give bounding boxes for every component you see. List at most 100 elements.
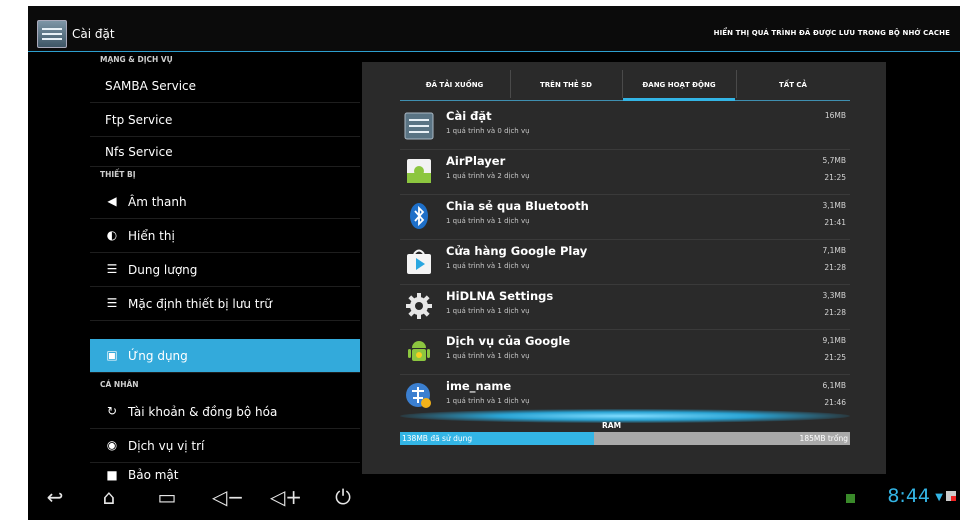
section-header-personal: CÁ NHÂN <box>100 380 139 389</box>
page-title[interactable]: Cài đặt <box>72 27 115 41</box>
active-tab-indicator <box>623 98 735 101</box>
apps-icon: ▣ <box>106 348 118 362</box>
sidebar-item-label: Dịch vụ vị trí <box>128 439 205 453</box>
sidebar-item-label: Ftp Service <box>105 113 173 127</box>
google-play-icon <box>407 249 431 274</box>
bluetooth-icon <box>410 203 428 229</box>
sidebar-item-display[interactable]: ◐ Hiển thị <box>90 219 360 253</box>
status-clock[interactable]: 8:44 <box>887 485 930 507</box>
process-detail: 1 quá trình và 1 dịch vụ <box>446 307 530 315</box>
sidebar-item-ftp[interactable]: Ftp Service <box>90 103 360 137</box>
storage-icon: ☰ <box>106 296 118 310</box>
process-name: Cửa hàng Google Play <box>446 244 588 258</box>
process-name: Chia sẻ qua Bluetooth <box>446 199 589 213</box>
process-detail: 1 quá trình và 1 dịch vụ <box>446 217 530 225</box>
process-memory: 16MB <box>824 111 846 120</box>
settings-app-icon <box>404 112 434 140</box>
process-item-settings[interactable]: Cài đặt 1 quá trình và 0 dịch vụ 16MB <box>400 104 850 150</box>
tab-downloaded[interactable]: ĐÃ TẢI XUỐNG <box>402 73 507 100</box>
gear-icon <box>406 293 432 319</box>
sidebar-item-storage[interactable]: ☰ Dung lượng <box>90 253 360 287</box>
process-item-google-play[interactable]: Cửa hàng Google Play 1 quá trình và 1 dị… <box>400 239 850 285</box>
settings-sidebar: MẠNG & DỊCH VỤ SAMBA Service Ftp Service… <box>90 52 360 482</box>
android-icon <box>408 341 430 361</box>
section-header-network: MẠNG & DỊCH VỤ <box>100 55 173 64</box>
action-bar: Cài đặt HIỂN THỊ QUÁ TRÌNH ĐÃ ĐƯỢC LƯU T… <box>28 6 960 51</box>
sidebar-item-samba[interactable]: SAMBA Service <box>90 69 360 103</box>
sidebar-item-label: Mặc định thiết bị lưu trữ <box>128 297 273 311</box>
ram-free-label: 185MB trống <box>799 434 848 443</box>
sd-card-icon <box>946 491 956 501</box>
volume-up-icon[interactable]: ◁+ <box>268 484 304 510</box>
android-screen: Cài đặt HIỂN THỊ QUÁ TRÌNH ĐÃ ĐƯỢC LƯU T… <box>28 6 960 520</box>
process-name: ime_name <box>446 379 512 393</box>
process-memory: 7,1MB <box>822 246 846 255</box>
process-memory: 3,1MB <box>822 201 846 210</box>
ram-label: RAM <box>602 421 622 430</box>
sidebar-item-nfs[interactable]: Nfs Service <box>90 137 360 167</box>
process-time: 21:25 <box>824 173 846 182</box>
tab-sd-card[interactable]: TRÊN THẺ SD <box>512 73 620 100</box>
settings-app-icon[interactable] <box>37 20 67 48</box>
process-item-google-services[interactable]: Dịch vụ của Google 1 quá trình và 1 dịch… <box>400 329 850 375</box>
sidebar-item-sound[interactable]: ◀ Âm thanh <box>90 185 360 219</box>
wifi-icon: ▼ <box>935 492 943 503</box>
show-cached-processes-button[interactable]: HIỂN THỊ QUÁ TRÌNH ĐÃ ĐƯỢC LƯU TRONG BỘ … <box>714 29 950 37</box>
ram-glow <box>400 409 850 423</box>
process-memory: 5,7MB <box>822 156 846 165</box>
process-memory: 3,3MB <box>822 291 846 300</box>
airplayer-icon <box>407 159 431 183</box>
sidebar-item-default-storage[interactable]: ☰ Mặc định thiết bị lưu trữ <box>90 287 360 321</box>
process-detail: 1 quá trình và 1 dịch vụ <box>446 262 530 270</box>
process-name: Dịch vụ của Google <box>446 334 571 348</box>
tab-divider <box>736 70 737 98</box>
process-time: 21:46 <box>824 398 846 407</box>
tab-all[interactable]: TẤT CẢ <box>738 73 848 100</box>
process-item-hidlna[interactable]: HiDLNA Settings 1 quá trình và 1 dịch vụ… <box>400 284 850 330</box>
sidebar-item-accounts-sync[interactable]: ↻ Tài khoản & đồng bộ hóa <box>90 395 360 429</box>
power-icon[interactable]: ⏻ <box>328 484 358 510</box>
process-time: 21:28 <box>824 263 846 272</box>
process-time: 21:28 <box>824 308 846 317</box>
process-item-airplayer[interactable]: AirPlayer 1 quá trình và 2 dịch vụ 5,7MB… <box>400 149 850 195</box>
display-icon: ◐ <box>106 228 118 242</box>
sidebar-item-label: Ứng dụng <box>128 349 188 363</box>
recent-apps-icon[interactable]: ▭ <box>152 484 182 510</box>
sidebar-item-label: SAMBA Service <box>105 79 197 93</box>
volume-down-icon[interactable]: ◁− <box>210 484 246 510</box>
sidebar-item-label: Nfs Service <box>105 145 173 159</box>
process-name: HiDLNA Settings <box>446 289 554 303</box>
process-name: AirPlayer <box>446 154 506 168</box>
ime-icon <box>406 383 431 408</box>
notification-icon[interactable] <box>846 494 855 503</box>
location-icon: ◉ <box>106 438 118 452</box>
ram-usage-bar: 138MB đã sử dụng 185MB trống <box>400 432 850 445</box>
process-memory: 9,1MB <box>822 336 846 345</box>
process-detail: 1 quá trình và 1 dịch vụ <box>446 397 530 405</box>
sidebar-item-location[interactable]: ◉ Dịch vụ vị trí <box>90 429 360 463</box>
sync-icon: ↻ <box>106 404 118 418</box>
process-time: 21:41 <box>824 218 846 227</box>
home-icon[interactable]: ⌂ <box>94 484 124 510</box>
tab-running[interactable]: ĐANG HOẠT ĐỘNG <box>624 73 734 100</box>
process-detail: 1 quá trình và 2 dịch vụ <box>446 172 530 180</box>
running-apps-panel: ĐÃ TẢI XUỐNG TRÊN THẺ SD ĐANG HOẠT ĐỘNG … <box>362 62 886 474</box>
tab-divider <box>510 70 511 98</box>
process-item-bluetooth[interactable]: Chia sẻ qua Bluetooth 1 quá trình và 1 d… <box>400 194 850 240</box>
sidebar-item-label: Dung lượng <box>128 263 198 277</box>
sidebar-item-apps[interactable]: ▣ Ứng dụng <box>90 339 360 373</box>
process-detail: 1 quá trình và 1 dịch vụ <box>446 352 530 360</box>
process-detail: 1 quá trình và 0 dịch vụ <box>446 127 530 135</box>
process-memory: 6,1MB <box>822 381 846 390</box>
sidebar-item-label: Hiển thị <box>128 229 175 243</box>
sidebar-item-label: Âm thanh <box>128 195 187 209</box>
process-name: Cài đặt <box>446 109 492 123</box>
section-header-device: THIẾT BỊ <box>100 170 136 179</box>
back-icon[interactable]: ↩ <box>40 484 70 510</box>
speaker-icon: ◀ <box>107 194 117 208</box>
process-time: 21:25 <box>824 353 846 362</box>
navigation-bar: ↩ ⌂ ▭ ◁− ◁+ ⏻ 8:44 ▼ <box>28 476 960 520</box>
sidebar-item-label: Tài khoản & đồng bộ hóa <box>128 405 278 419</box>
tab-divider <box>622 70 623 98</box>
ram-used-label: 138MB đã sử dụng <box>402 434 473 443</box>
